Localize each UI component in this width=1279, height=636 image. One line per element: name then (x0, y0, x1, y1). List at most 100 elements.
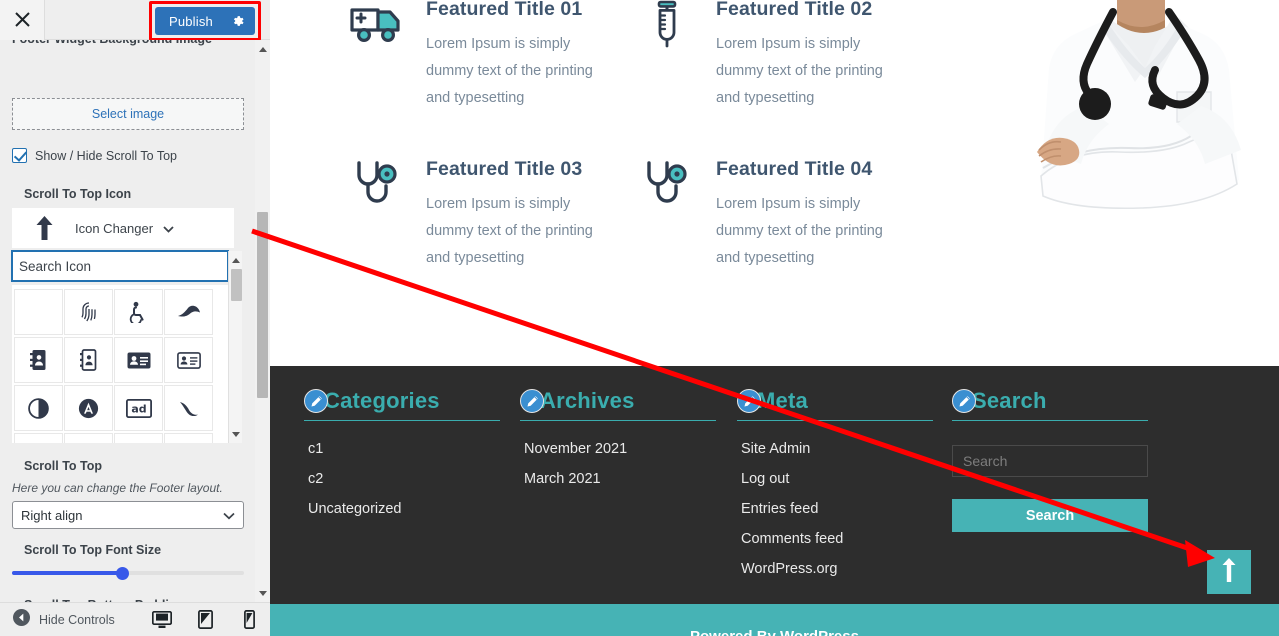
publish-button[interactable]: Publish (154, 7, 255, 35)
icon-cell-blank[interactable] (14, 289, 63, 335)
affiliatetheme-icon[interactable] (164, 385, 213, 431)
widget-header: Archives (520, 388, 716, 414)
widget-header: Meta (737, 388, 933, 414)
footer-search-input[interactable] (952, 445, 1148, 477)
feature-card: Featured Title 04 Lorem Ipsum is simply … (636, 158, 966, 272)
icon-changer-label: Icon Changer (75, 220, 154, 236)
edit-pencil-icon[interactable] (520, 389, 544, 413)
icon-changer-dropdown[interactable]: Icon Changer (12, 208, 234, 248)
customizer-screen: Publish Footer Widget Background Image (0, 0, 1279, 636)
close-icon[interactable] (0, 0, 45, 40)
slider-thumb[interactable] (116, 567, 129, 580)
list-item[interactable]: Site Admin (741, 441, 933, 457)
widget-list: November 2021 March 2021 (520, 441, 716, 487)
address-book-open-icon[interactable] (64, 337, 113, 383)
font-size-label: Scroll To Top Font Size (24, 543, 162, 557)
list-item[interactable]: March 2021 (524, 471, 716, 487)
gear-icon[interactable] (231, 14, 245, 28)
list-item[interactable]: WordPress.org (741, 561, 933, 577)
publish-label: Publish (168, 13, 213, 29)
list-item[interactable]: Log out (741, 471, 933, 487)
customizer-panel-scroll[interactable]: Footer Widget Background Image Select im… (0, 40, 270, 602)
footer-widget-background-image-label: Footer Widget Background Image (0, 40, 258, 48)
scroll-down-arrow-icon[interactable] (229, 427, 243, 441)
accusoft-icon[interactable] (164, 289, 213, 335)
desktop-icon[interactable] (151, 609, 173, 631)
air-freshener-icon[interactable] (14, 433, 63, 443)
hide-controls-button[interactable]: Hide Controls (13, 608, 115, 631)
align-center-icon[interactable] (164, 433, 213, 443)
scroll-to-top-icon-label: Scroll To Top Icon (24, 187, 132, 201)
scroll-to-top-button[interactable] (1207, 550, 1251, 594)
show-hide-scroll-to-top-checkbox[interactable]: Show / Hide Scroll To Top (12, 148, 177, 163)
widget-underline (304, 420, 500, 421)
feature-text-block: Featured Title 03 Lorem Ipsum is simply … (426, 158, 601, 272)
publish-highlight-box: Publish (148, 1, 261, 41)
tablet-icon[interactable] (195, 609, 217, 631)
panel-scrollbar-thumb[interactable] (257, 212, 268, 398)
footer-widget-meta: Meta Site Admin Log out Entries feed Com… (737, 388, 933, 591)
widget-title: Search (972, 388, 1047, 413)
font-size-slider[interactable] (12, 567, 244, 580)
adjust-icon[interactable] (14, 385, 63, 431)
scroll-up-arrow-icon[interactable] (229, 253, 243, 267)
list-item[interactable]: Uncategorized (308, 501, 500, 517)
airbnb-icon[interactable] (64, 433, 113, 443)
mobile-icon[interactable] (239, 609, 261, 631)
list-item[interactable]: November 2021 (524, 441, 716, 457)
adversal-icon[interactable] (64, 385, 113, 431)
select-image-button[interactable]: Select image (12, 98, 244, 130)
ambulance-icon (346, 0, 408, 112)
edit-pencil-icon[interactable] (737, 389, 761, 413)
feature-title: Featured Title 02 (716, 0, 873, 20)
feature-description: Lorem Ipsum is simply dummy text of the … (426, 36, 593, 106)
syringe-icon (636, 0, 698, 112)
list-item[interactable]: Comments feed (741, 531, 933, 547)
site-preview[interactable]: Featured Title 01 Lorem Ipsum is simply … (270, 0, 1279, 636)
address-card-icon[interactable] (114, 337, 163, 383)
scroll-to-top-section-label: Scroll To Top (24, 459, 103, 473)
scroll-to-top-align-select[interactable]: Right align (12, 501, 244, 529)
icon-grid-scrollbar[interactable] (228, 251, 242, 443)
scroll-to-top-description: Here you can change the Footer layout. (12, 481, 223, 495)
feature-card: Featured Title 02 Lorem Ipsum is simply … (636, 0, 966, 112)
icon-grid-scrollbar-thumb[interactable] (231, 269, 242, 301)
list-item[interactable]: c1 (308, 441, 500, 457)
select-image-label: Select image (91, 107, 165, 121)
hide-controls-label: Hide Controls (39, 612, 115, 627)
address-book-icon[interactable] (14, 337, 63, 383)
chevron-down-icon (163, 221, 174, 236)
svg-text:ad: ad (131, 402, 146, 415)
widget-title: Meta (757, 388, 808, 413)
site-bottom-bar: Powered By WordPress (270, 604, 1279, 636)
footer-widget-categories: Categories c1 c2 Uncategorized (304, 388, 500, 531)
edit-pencil-icon[interactable] (952, 389, 976, 413)
wheelchair-accessible-icon[interactable] (114, 289, 163, 335)
panel-scroll-down-icon[interactable] (255, 587, 270, 599)
widget-header: Categories (304, 388, 500, 414)
align-select-value: Right align (21, 507, 83, 523)
footer-search-button[interactable]: Search (952, 499, 1148, 532)
widget-list: Site Admin Log out Entries feed Comments… (737, 441, 933, 577)
list-item[interactable]: c2 (308, 471, 500, 487)
widget-underline (737, 420, 933, 421)
icon-search-input[interactable] (12, 251, 228, 281)
icon-changer-row-content: Icon Changer (75, 221, 174, 236)
feature-title: Featured Title 01 (426, 0, 583, 20)
powered-by-text: Powered By WordPress (690, 628, 859, 636)
list-item[interactable]: Entries feed (741, 501, 933, 517)
fingerprint-icon[interactable] (64, 289, 113, 335)
address-card-outline-icon[interactable] (164, 337, 213, 383)
icon-grid[interactable]: ad (12, 285, 228, 443)
feature-title: Featured Title 03 (426, 158, 583, 180)
panel-scrollbar[interactable] (255, 40, 270, 602)
panel-scroll-up-icon[interactable] (255, 43, 270, 55)
stethoscope-icon (636, 158, 698, 272)
chevron-down-icon (223, 508, 235, 523)
edit-pencil-icon[interactable] (304, 389, 328, 413)
algolia-icon[interactable] (114, 433, 163, 443)
ad-icon[interactable]: ad (114, 385, 163, 431)
stethoscope-icon (346, 158, 408, 272)
customizer-header: Publish (0, 0, 270, 41)
feature-card: Featured Title 03 Lorem Ipsum is simply … (346, 158, 676, 272)
